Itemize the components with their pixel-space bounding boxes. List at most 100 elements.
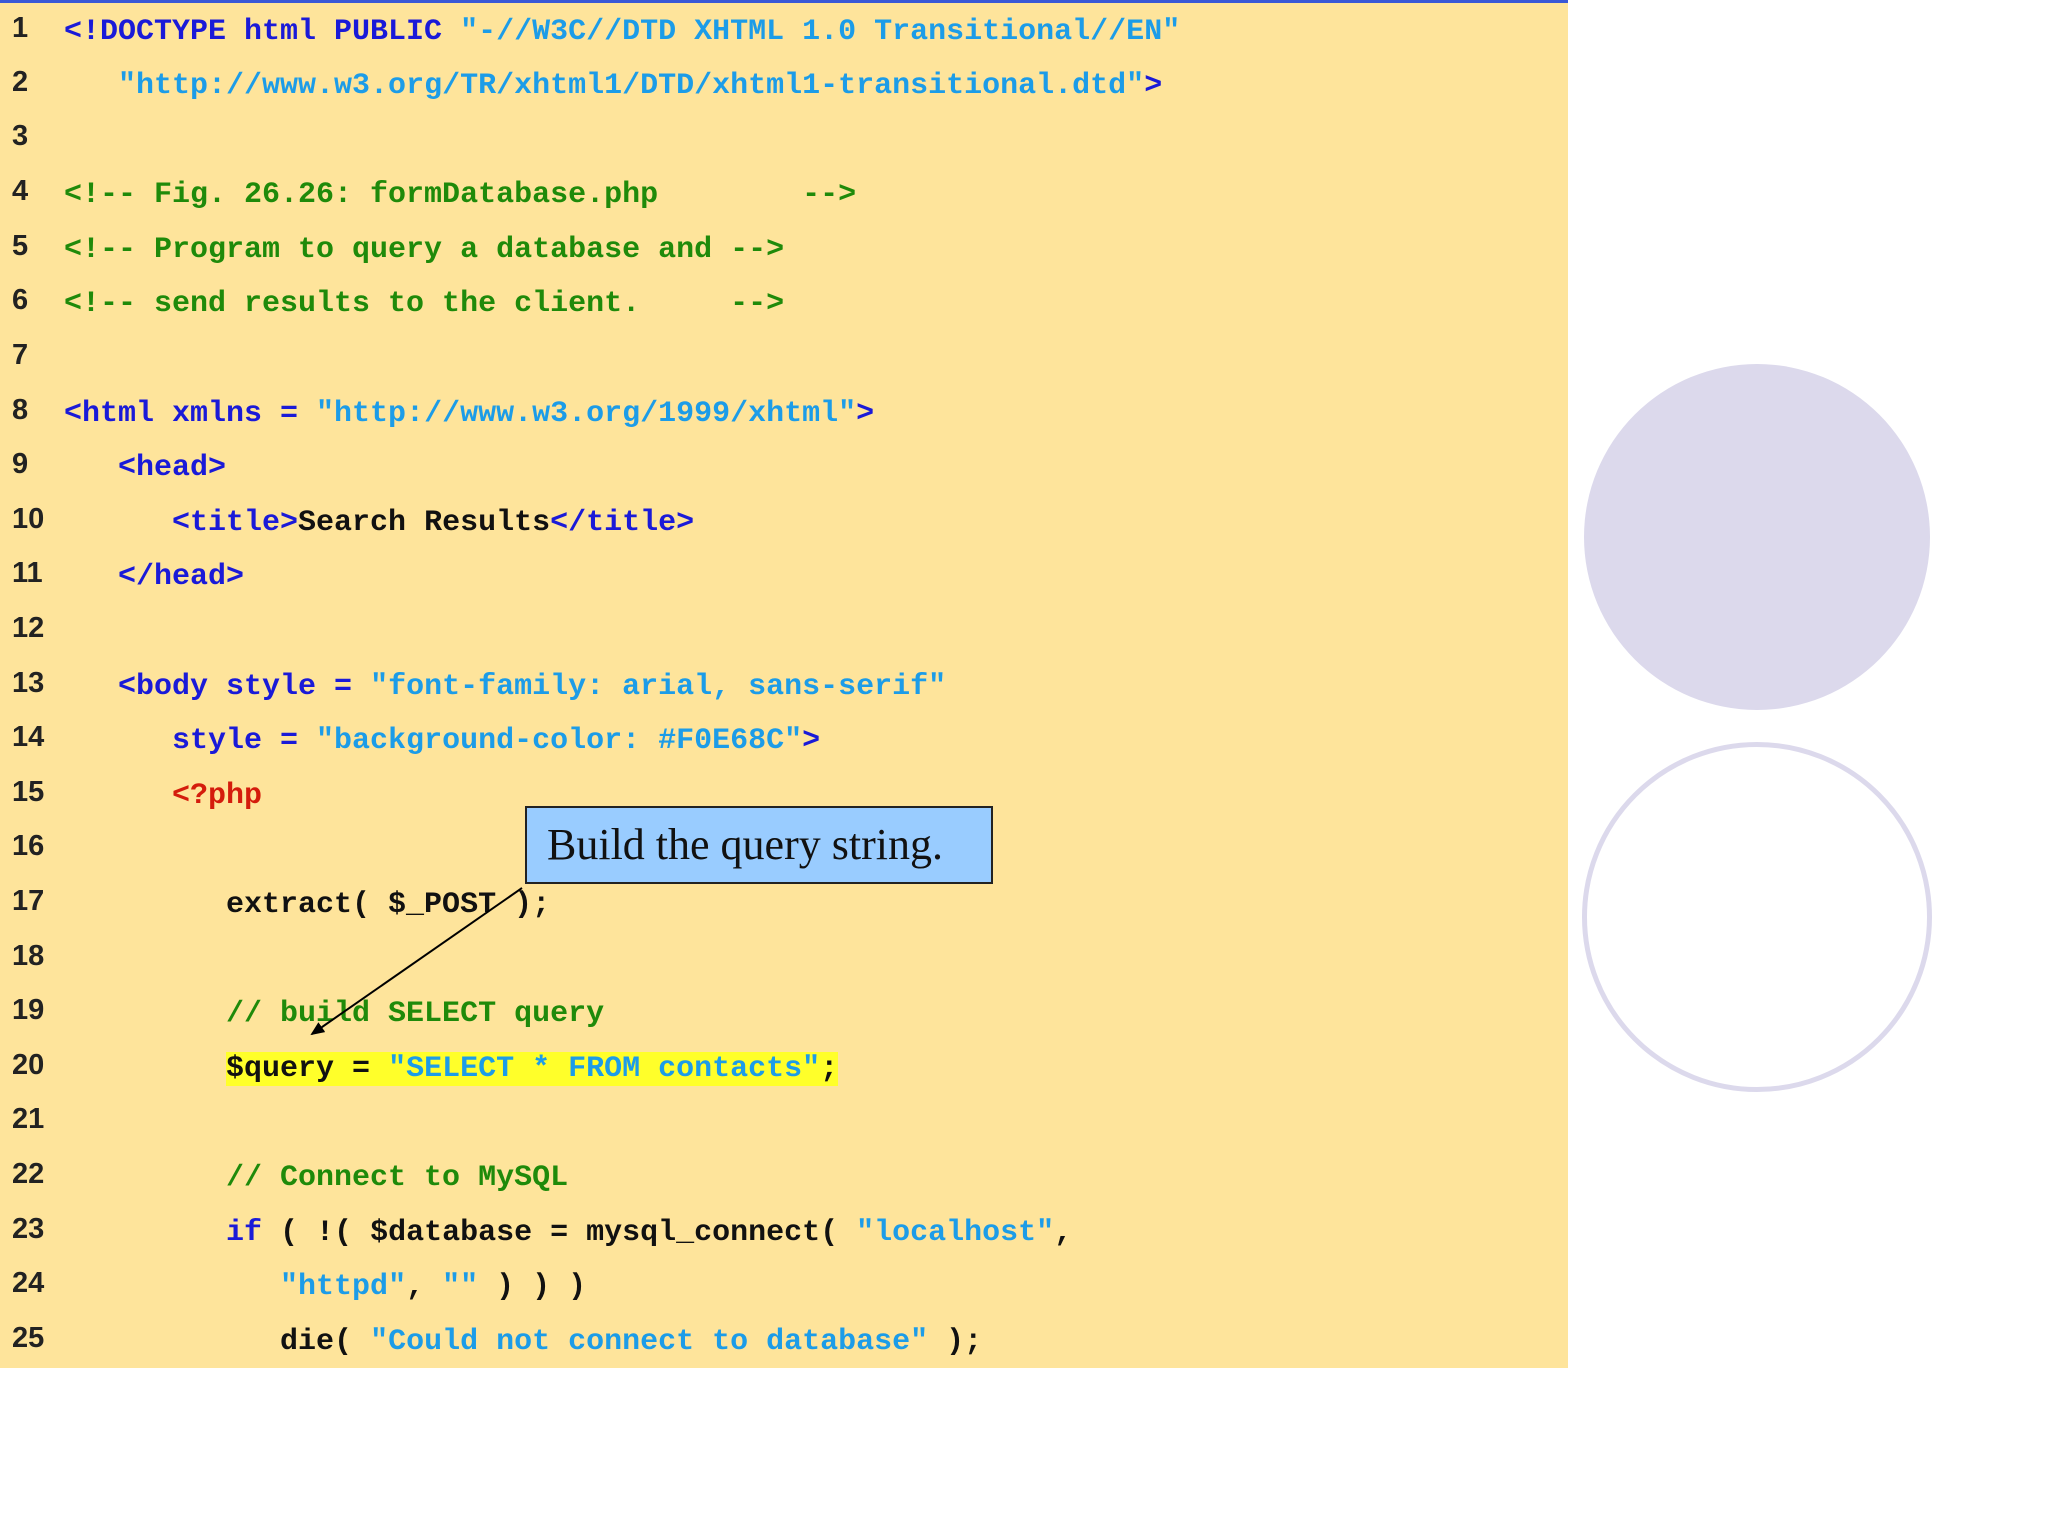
code-text: "http://www.w3.org/TR/xhtml1/DTD/xhtml1-… (64, 67, 1162, 105)
code-line: 7 (0, 336, 1568, 386)
code-line: 22 // Connect to MySQL (0, 1155, 1568, 1205)
code-token: </head> (64, 560, 245, 594)
code-token: $query = (226, 1052, 389, 1086)
code-line: 13 <body style = "font-family: arial, sa… (0, 664, 1568, 714)
code-line: 10 <title>Search Results</title> (0, 500, 1568, 550)
line-number: 8 (12, 394, 29, 426)
code-text: $query = "SELECT * FROM contacts"; (64, 1050, 839, 1088)
line-number: 15 (12, 776, 45, 808)
line-number: 20 (12, 1049, 45, 1081)
code-text: <?php (64, 777, 262, 815)
code-token: "httpd" (280, 1270, 407, 1304)
line-number: 14 (12, 721, 45, 753)
code-token: style = (64, 724, 317, 758)
code-line: 18 (0, 937, 1568, 987)
code-text: <title>Search Results</title> (64, 504, 694, 542)
code-token: <!-- send results to the client. --> (64, 287, 785, 321)
code-token: ( !( $database = mysql_connect( (262, 1216, 857, 1250)
line-number: 5 (12, 230, 29, 262)
code-line: 17 extract( $_POST ); (0, 882, 1568, 932)
line-number: 11 (12, 557, 43, 589)
code-text: if ( !( $database = mysql_connect( "loca… (64, 1214, 1072, 1252)
code-token: , (406, 1270, 443, 1304)
code-token: "background-color: #F0E68C" (316, 724, 803, 758)
code-text: <!-- Fig. 26.26: formDatabase.php --> (64, 176, 856, 214)
line-number: 7 (12, 339, 29, 371)
code-line: 20 $query = "SELECT * FROM contacts"; (0, 1046, 1568, 1096)
code-token: <?php (64, 779, 263, 813)
code-line: 19 // build SELECT query (0, 991, 1568, 1041)
code-text: <!DOCTYPE html PUBLIC "-//W3C//DTD XHTML… (64, 13, 1180, 51)
code-text: die( "Could not connect to database" ); (64, 1323, 982, 1361)
code-token: "font-family: arial, sans-serif" (370, 670, 947, 704)
code-line: 1 <!DOCTYPE html PUBLIC "-//W3C//DTD XHTM… (0, 9, 1568, 59)
code-text: <body style = "font-family: arial, sans-… (64, 668, 946, 706)
code-line: 21 (0, 1100, 1568, 1150)
callout-box: Build the query string. (525, 806, 993, 884)
code-text: </head> (64, 558, 244, 596)
line-number: 16 (12, 830, 45, 862)
line-number: 22 (12, 1158, 45, 1190)
line-number: 13 (12, 667, 45, 699)
code-token: die( (64, 1325, 371, 1359)
code-token: // Connect to MySQL (64, 1161, 569, 1195)
code-text: <head> (64, 449, 226, 487)
code-token: </title> (550, 506, 695, 540)
line-number: 18 (12, 940, 45, 972)
code-text: extract( $_POST ); (64, 886, 550, 924)
code-token: // build SELECT query (64, 997, 605, 1031)
code-line: 8 <html xmlns = "http://www.w3.org/1999/x… (0, 391, 1568, 441)
line-number: 23 (12, 1213, 45, 1245)
code-token: <body style = (64, 670, 371, 704)
code-line: 25 die( "Could not connect to database" … (0, 1319, 1568, 1369)
code-line: 9 <head> (0, 445, 1568, 495)
code-token: "Could not connect to database" (370, 1325, 929, 1359)
code-token: , (1054, 1216, 1073, 1250)
code-text: <!-- send results to the client. --> (64, 285, 784, 323)
code-line: 4 <!-- Fig. 26.26: formDatabase.php --> (0, 172, 1568, 222)
code-line: 6 <!-- send results to the client. --> (0, 281, 1568, 331)
code-token: "http://www.w3.org/1999/xhtml" (316, 397, 857, 431)
code-token: ) ) ) (478, 1270, 587, 1304)
line-number: 2 (12, 66, 29, 98)
code-token: Search Results (298, 506, 551, 540)
decorative-filled-circle (1584, 364, 1930, 710)
code-text: <!-- Program to query a database and --> (64, 231, 784, 269)
line-number: 25 (12, 1322, 45, 1354)
code-token: <!-- Fig. 26.26: formDatabase.php --> (64, 178, 857, 212)
line-number: 9 (12, 448, 29, 480)
line-number: 24 (12, 1267, 45, 1299)
code-token: ); (928, 1325, 983, 1359)
code-token: > (1144, 69, 1163, 103)
code-token: <!DOCTYPE html PUBLIC (64, 15, 461, 49)
line-number: 17 (12, 885, 45, 917)
code-line: 12 (0, 609, 1568, 659)
code-text: <html xmlns = "http://www.w3.org/1999/xh… (64, 395, 874, 433)
code-token: extract( $_POST ); (64, 888, 551, 922)
code-token: if (226, 1216, 263, 1250)
code-text: "httpd", "" ) ) ) (64, 1268, 586, 1306)
code-token: <title> (64, 506, 299, 540)
code-line: 3 (0, 117, 1568, 167)
line-number: 21 (12, 1103, 45, 1135)
code-listing-panel: 1 <!DOCTYPE html PUBLIC "-//W3C//DTD XHTM… (0, 0, 1568, 1368)
line-number: 12 (12, 612, 45, 644)
code-token: <!-- Program to query a database and --> (64, 233, 785, 267)
code-token: "http://www.w3.org/TR/xhtml1/DTD/xhtml1-… (118, 69, 1145, 103)
line-number: 1 (12, 12, 29, 44)
decorative-outline-circle (1582, 742, 1932, 1092)
code-line: 23 if ( !( $database = mysql_connect( "l… (0, 1210, 1568, 1260)
code-token: > (856, 397, 875, 431)
code-token: > (802, 724, 821, 758)
code-line: 11 </head> (0, 554, 1568, 604)
code-token: "localhost" (856, 1216, 1055, 1250)
line-number: 19 (12, 994, 45, 1026)
code-text: // build SELECT query (64, 995, 604, 1033)
code-token: ; (820, 1052, 839, 1086)
code-line: 14 style = "background-color: #F0E68C"> (0, 718, 1568, 768)
code-line: 2 "http://www.w3.org/TR/xhtml1/DTD/xhtml… (0, 63, 1568, 113)
